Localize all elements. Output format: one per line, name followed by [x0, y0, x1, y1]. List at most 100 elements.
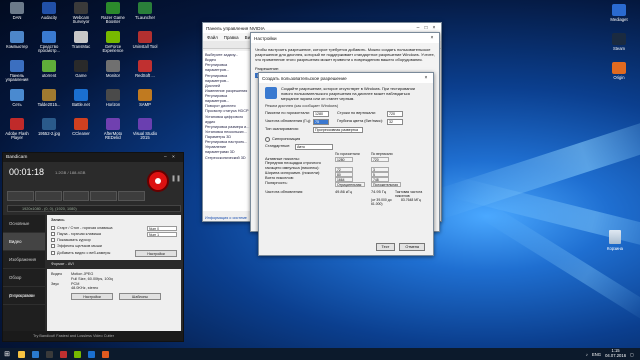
desktop-icon[interactable]: Horizon: [98, 89, 128, 107]
custom-resolution-dialog[interactable]: Создать пользовательское разрешение × Со…: [258, 72, 434, 256]
desktop-icon[interactable]: AfterMoto REDelicl: [98, 118, 128, 141]
bandicam-footer-link[interactable]: Try Bandicut! Fastest and Lossless Video…: [3, 331, 183, 341]
recycle-bin[interactable]: Корзина: [600, 230, 630, 251]
polarity-h[interactable]: Отрицательная: [335, 181, 365, 187]
res-dialog-titlebar[interactable]: Настройки ×: [251, 33, 439, 43]
language-indicator[interactable]: ENG: [592, 352, 601, 357]
nav-about[interactable]: О программе: [3, 287, 45, 305]
notifications-icon[interactable]: ▢: [630, 352, 634, 357]
option-row[interactable]: Эффекты щелчков мыши: [51, 244, 177, 249]
test-button[interactable]: Тест: [375, 243, 396, 251]
desktop-icon[interactable]: Mediaget: [604, 4, 634, 22]
hotkey-select[interactable]: Num 1: [147, 231, 177, 237]
nav-general[interactable]: Основные: [3, 215, 45, 233]
nav-video[interactable]: Видео: [3, 233, 45, 251]
desktop-icon[interactable]: Origin: [604, 62, 634, 80]
taskbar-app-icon[interactable]: [14, 348, 28, 360]
checkbox[interactable]: [51, 244, 55, 249]
maximize-icon[interactable]: □: [422, 25, 430, 31]
checkbox[interactable]: [51, 251, 55, 256]
taskbar-app-icon[interactable]: [98, 348, 112, 360]
menu-edit[interactable]: Правка: [224, 35, 239, 40]
task-tree-item[interactable]: Установка цифрового аудио: [205, 115, 250, 125]
fullscreen-mode-icon[interactable]: [34, 191, 62, 201]
desktop-icon[interactable]: Компьютер: [2, 31, 32, 49]
desktop-icon[interactable]: Battle.net: [66, 89, 96, 107]
desktop-icon[interactable]: utorrent: [34, 60, 64, 78]
pause-icon[interactable]: ❚❚: [171, 175, 181, 187]
game-mode-icon[interactable]: [62, 191, 90, 201]
windows-start-icon[interactable]: ⊞: [0, 348, 14, 360]
desktop-icon[interactable]: Steam: [604, 33, 634, 51]
desktop-icon[interactable]: Webcam Surveyor: [66, 2, 96, 25]
menu-file[interactable]: Файл: [207, 35, 218, 40]
checkbox[interactable]: [51, 232, 55, 237]
color-depth-select[interactable]: 32: [387, 118, 403, 125]
cancel-button[interactable]: Отмена: [399, 243, 425, 251]
format-settings-button[interactable]: Настройки: [71, 293, 113, 301]
desktop-icon[interactable]: RedSoft ...: [130, 60, 160, 78]
desktop-icon[interactable]: TransMac: [66, 31, 96, 49]
camera-icon[interactable]: [118, 191, 145, 201]
desktop-icon[interactable]: Game: [66, 60, 96, 78]
task-tree-item[interactable]: Управление параметрами 3D: [205, 145, 250, 155]
scan-select[interactable]: Прогрессивная развертка: [313, 126, 363, 133]
volume-icon[interactable]: ♪: [586, 352, 588, 357]
desktop-icon[interactable]: DAN: [2, 2, 32, 20]
system-info-link[interactable]: Информация о системе: [205, 216, 247, 220]
nav-images[interactable]: Изображения: [3, 251, 45, 269]
taskbar-app-icon[interactable]: [70, 348, 84, 360]
task-tree-item[interactable]: Регулировка параметров...: [205, 63, 250, 73]
close-icon[interactable]: ×: [422, 75, 430, 81]
checkbox[interactable]: [51, 238, 55, 243]
hotkey-select[interactable]: Num 0: [147, 225, 177, 231]
close-icon[interactable]: ×: [430, 25, 438, 31]
close-icon[interactable]: ×: [172, 155, 180, 160]
refresh-input[interactable]: 75: [313, 118, 329, 125]
task-tree-item[interactable]: Регулировка параметров...: [205, 74, 250, 84]
minimize-icon[interactable]: –: [164, 155, 172, 160]
taskbar-app-icon[interactable]: [28, 348, 42, 360]
desktop-icon[interactable]: Audacity: [34, 2, 64, 20]
desktop-icon[interactable]: Talde2015...: [34, 89, 64, 107]
taskbar-app-icon[interactable]: [84, 348, 98, 360]
desktop-icon[interactable]: Razer Game Booster: [98, 2, 128, 25]
desktop-icon[interactable]: Панель управления: [2, 60, 32, 83]
h-pixels-input[interactable]: 1280: [313, 110, 329, 117]
nav-output[interactable]: Обзор результатов: [3, 269, 45, 298]
desktop-icon[interactable]: Adobe Flash Player: [2, 118, 32, 141]
device-mode-icon[interactable]: [90, 191, 118, 201]
rectangle-mode-icon[interactable]: [7, 191, 34, 201]
option-row[interactable]: Старт / Стоп - горячая клавиша Num 0: [51, 225, 177, 231]
taskbar-app-icon[interactable]: [56, 348, 70, 360]
desktop-icon[interactable]: Сеть: [2, 89, 32, 107]
bandicam-titlebar[interactable]: Bandicam – ×: [3, 153, 183, 162]
option-row[interactable]: Пауза - горячая клавиша Num 1: [51, 231, 177, 237]
task-tree-item[interactable]: Просмотр статуса HDCP: [205, 109, 250, 114]
desktop-icon[interactable]: TLauncher: [130, 2, 160, 20]
expand-icon[interactable]: [265, 136, 270, 142]
minimize-icon[interactable]: –: [414, 25, 422, 31]
desktop-icon[interactable]: Средство просмотр...: [34, 31, 64, 54]
task-tree-item[interactable]: Стереоскопический 3D: [205, 156, 250, 161]
templates-button[interactable]: Шаблоны: [119, 293, 161, 301]
bandicam-window[interactable]: Bandicam – × 00:01:18 1.2GB / 188.4GB ❚❚…: [2, 152, 184, 342]
polarity-v[interactable]: Положительная: [371, 181, 401, 187]
v-lines-input[interactable]: 720: [387, 110, 403, 117]
record-button[interactable]: [147, 170, 169, 192]
clock[interactable]: 1:15 04.07.2016: [605, 349, 626, 358]
nvidia-task-tree[interactable]: Выберите задачу... Видео Регулировка парам…: [203, 51, 253, 211]
desktop-icon[interactable]: 19552-2.jpg: [34, 118, 64, 136]
desktop-icon[interactable]: Uninstall Tool: [130, 31, 160, 49]
desktop-icon[interactable]: Visual Studio 2015: [130, 118, 160, 141]
close-icon[interactable]: ×: [428, 35, 436, 41]
custom-titlebar[interactable]: Создать пользовательское разрешение ×: [259, 73, 433, 83]
option-row[interactable]: Добавить видео с веб-камеры Настройки: [51, 249, 177, 257]
option-row[interactable]: Показывать курсор: [51, 238, 177, 243]
task-tree-item[interactable]: Регулировка параметров...: [205, 94, 250, 104]
checkbox[interactable]: [51, 226, 55, 231]
desktop-icon[interactable]: SAMP: [130, 89, 160, 107]
desktop-icon[interactable]: GeForce Experience: [98, 31, 128, 54]
standard-select[interactable]: Авто: [295, 143, 333, 150]
taskbar-app-icon[interactable]: [42, 348, 56, 360]
